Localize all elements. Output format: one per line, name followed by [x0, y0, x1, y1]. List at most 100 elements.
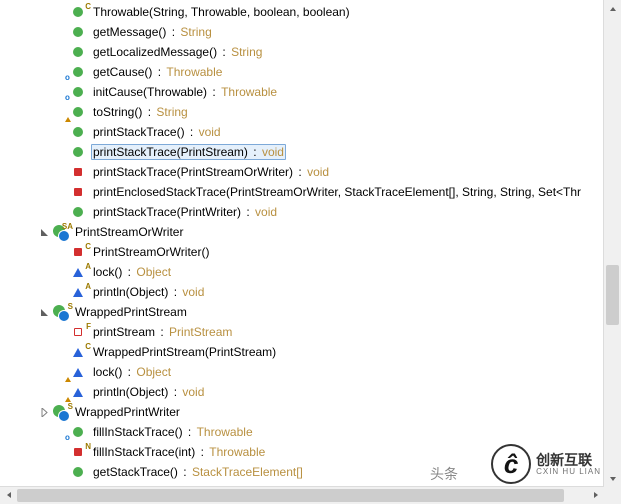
tree-item-label[interactable]: Throwable(String, Throwable, boolean, bo… [91, 4, 352, 20]
tree-row[interactable]: o initCause(Throwable) : Throwable [0, 82, 604, 102]
return-type: void [307, 165, 329, 179]
tree-row[interactable]: Aprintln(Object) : void [0, 282, 604, 302]
expand-toggle [54, 4, 70, 20]
tree-item-label[interactable]: fillInStackTrace() : Throwable [91, 424, 255, 440]
return-type: PrintStream [169, 325, 232, 339]
member-name: initCause(Throwable) [93, 85, 207, 99]
outline-tree[interactable]: C Throwable(String, Throwable, boolean, b… [0, 0, 604, 487]
member-name: toString() [93, 105, 142, 119]
member-name: printStream [93, 325, 155, 339]
tree-item-label[interactable]: PrintStreamOrWriter() [91, 244, 211, 260]
outline-view: C Throwable(String, Throwable, boolean, b… [0, 0, 621, 504]
tree-row[interactable]: println(Object) : void [0, 382, 604, 402]
tree-row[interactable]: toString() : String [0, 102, 604, 122]
scroll-left-arrow[interactable] [0, 487, 17, 503]
class-icon: S [52, 304, 68, 320]
icon-stack: A [70, 264, 87, 280]
tree-item-label[interactable]: println(Object) : void [91, 284, 206, 300]
horizontal-scroll-thumb[interactable] [17, 489, 564, 502]
expand-toggle [54, 144, 70, 160]
tree-item-label[interactable]: getCause() : Throwable [91, 64, 224, 80]
icon-stack: A [70, 284, 87, 300]
tree-row[interactable]: ogetCause() : Throwable [0, 62, 604, 82]
tree-item-label[interactable]: getMessage() : String [91, 24, 214, 40]
tree-row[interactable]: printEnclosedStackTrace(PrintStreamOrWri… [0, 182, 604, 202]
icon-stack: o [70, 84, 87, 100]
private-method-icon: C [70, 244, 86, 260]
expand-toggle[interactable] [36, 404, 52, 420]
private-field-icon: F [70, 324, 86, 340]
vertical-scroll-thumb[interactable] [606, 265, 619, 325]
tree-item-label[interactable]: WrappedPrintStream(PrintStream) [91, 344, 278, 360]
default-method-icon: A [70, 284, 86, 300]
member-name: getStackTrace() [93, 465, 178, 479]
member-name: printStackTrace() [93, 125, 185, 139]
type-separator: : [157, 325, 167, 339]
tree-item-label[interactable]: toString() : String [91, 104, 190, 120]
tree-row[interactable]: C PrintStreamOrWriter() [0, 242, 604, 262]
member-name: getMessage() [93, 25, 166, 39]
tree-item-label[interactable]: WrappedPrintWriter [73, 404, 182, 420]
tree-item-label[interactable]: PrintStreamOrWriter [73, 224, 185, 240]
tree-item-label[interactable]: fillInStackTrace(int) : Throwable [91, 444, 267, 460]
vertical-scrollbar[interactable] [603, 0, 621, 487]
tree-row[interactable]: lock() : Object [0, 362, 604, 382]
tree-item-label[interactable]: printStackTrace(PrintWriter) : void [91, 204, 279, 220]
tree-row[interactable]: ofillInStackTrace() : Throwable [0, 422, 604, 442]
tree-item-label[interactable]: printEnclosedStackTrace(PrintStreamOrWri… [91, 184, 583, 200]
tree-row[interactable]: SWrappedPrintWriter [0, 402, 604, 422]
scroll-down-arrow[interactable] [604, 470, 621, 487]
expand-toggle [54, 344, 70, 360]
type-separator: : [185, 425, 195, 439]
member-name: println(Object) [93, 385, 168, 399]
tree-item-label[interactable]: getStackTrace() : StackTraceElement[] [91, 464, 305, 480]
icon-stack: SA [52, 224, 69, 240]
icon-stack: o [70, 64, 87, 80]
default-method-icon: A [70, 264, 86, 280]
tree-item-label[interactable]: printStackTrace(PrintStream) : void [91, 144, 286, 160]
icon-stack: N [70, 444, 87, 460]
logo-subtext: CXIN HU LIAN [536, 467, 601, 476]
public-method-icon [70, 104, 86, 120]
public-method-icon [70, 464, 86, 480]
expand-toggle[interactable] [36, 224, 52, 240]
expand-toggle [54, 324, 70, 340]
tree-row[interactable]: getLocalizedMessage() : String [0, 42, 604, 62]
scroll-corner [604, 487, 621, 504]
tree-row[interactable]: S WrappedPrintStream [0, 302, 604, 322]
icon-stack [70, 44, 87, 60]
tree-item-label[interactable]: lock() : Object [91, 264, 173, 280]
horizontal-scrollbar[interactable] [0, 486, 604, 504]
tree-item-label[interactable]: printStackTrace() : void [91, 124, 223, 140]
tree-item-label[interactable]: lock() : Object [91, 364, 173, 380]
tree-row[interactable]: SAPrintStreamOrWriter [0, 222, 604, 242]
public-method-icon: o [70, 84, 86, 100]
tree-row[interactable]: printStackTrace(PrintWriter) : void [0, 202, 604, 222]
tree-row[interactable]: FprintStream : PrintStream [0, 322, 604, 342]
tree-item-label[interactable]: getLocalizedMessage() : String [91, 44, 264, 60]
expand-toggle[interactable] [36, 304, 52, 320]
scroll-right-arrow[interactable] [587, 487, 604, 503]
tree-row[interactable]: printStackTrace(PrintStreamOrWriter) : v… [0, 162, 604, 182]
tree-item-label[interactable]: printStackTrace(PrintStreamOrWriter) : v… [91, 164, 331, 180]
tree-row[interactable]: printStackTrace(PrintStream) : void [0, 142, 604, 162]
expand-toggle [54, 444, 70, 460]
tree-row[interactable]: Alock() : Object [0, 262, 604, 282]
icon-stack: S [52, 404, 69, 420]
tree-item-label[interactable]: initCause(Throwable) : Throwable [91, 84, 279, 100]
tree-item-label[interactable]: WrappedPrintStream [73, 304, 189, 320]
icon-stack [70, 184, 87, 200]
return-type: StackTraceElement[] [192, 465, 303, 479]
tree-item-label[interactable]: printStream : PrintStream [91, 324, 234, 340]
tree-row[interactable]: CWrappedPrintStream(PrintStream) [0, 342, 604, 362]
public-method-icon [70, 24, 86, 40]
return-type: String [231, 45, 262, 59]
tree-row[interactable]: printStackTrace() : void [0, 122, 604, 142]
member-name: println(Object) [93, 285, 168, 299]
tree-item-label[interactable]: println(Object) : void [91, 384, 206, 400]
return-type: void [182, 385, 204, 399]
scroll-up-arrow[interactable] [604, 0, 621, 17]
tree-row[interactable]: getMessage() : String [0, 22, 604, 42]
tree-row[interactable]: CThrowable(String, Throwable, boolean, b… [0, 2, 604, 22]
type-separator: : [154, 65, 164, 79]
